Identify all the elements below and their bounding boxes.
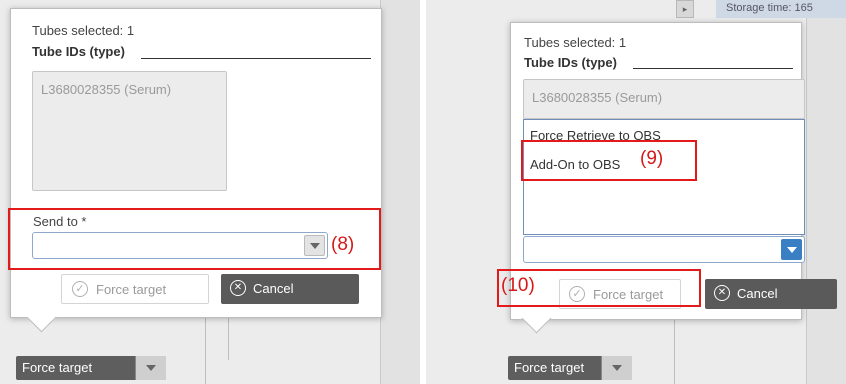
scroll-arrow-button[interactable]: ▸ <box>676 0 694 18</box>
tubes-selected-count: Tubes selected: 1 <box>32 23 135 38</box>
cancel-button-label: Cancel <box>253 281 294 296</box>
tube-ids-list: L3680028355 (Serum) <box>32 71 227 191</box>
check-circle-icon: ✓ <box>72 281 88 297</box>
tube-ids-label: Tube IDs (type) <box>524 55 617 70</box>
callout-label-8: (8) <box>331 234 355 255</box>
chevron-down-icon[interactable] <box>781 239 802 260</box>
force-target-dropdown-label: Force target <box>22 360 93 375</box>
section-rule <box>141 58 371 59</box>
x-circle-icon: ✕ <box>714 285 730 301</box>
callout-label-9: (9) <box>640 148 664 169</box>
callout-box-8 <box>8 208 381 270</box>
tube-id-entry: L3680028355 (Serum) <box>532 90 663 105</box>
chevron-down-icon[interactable] <box>135 356 166 380</box>
force-target-dropdown-button[interactable]: Force target <box>16 356 166 380</box>
right-screenshot: Storage time: 165 ▸ Force target Tubes s… <box>426 0 846 384</box>
background-column <box>380 0 420 384</box>
tubes-selected-count: Tubes selected: 1 <box>524 35 627 50</box>
force-target-button-label: Force target <box>96 282 167 297</box>
tube-ids-label: Tube IDs (type) <box>32 44 125 59</box>
left-screenshot: Force target Tubes selected: 1 Tube IDs … <box>0 0 420 384</box>
callout-box-9 <box>521 140 697 181</box>
send-to-select[interactable] <box>523 236 805 263</box>
force-target-button[interactable]: ✓ Force target <box>61 274 209 304</box>
cancel-button[interactable]: ✕ Cancel <box>221 274 359 304</box>
force-target-dialog: Tubes selected: 1 Tube IDs (type) L36800… <box>10 8 382 333</box>
force-target-dropdown-label: Force target <box>514 360 585 375</box>
section-rule <box>633 68 793 69</box>
callout-label-10: (10) <box>501 275 535 296</box>
tube-id-entry: L3680028355 (Serum) <box>41 82 172 97</box>
force-target-dropdown-button[interactable]: Force target <box>508 356 632 380</box>
chevron-down-icon[interactable] <box>601 356 632 380</box>
storage-time-text: Storage time: 165 <box>726 2 813 14</box>
x-circle-icon: ✕ <box>230 280 246 296</box>
tube-ids-list: L3680028355 (Serum) <box>523 79 805 119</box>
cancel-button[interactable]: ✕ Cancel <box>705 279 837 309</box>
cancel-button-label: Cancel <box>737 286 778 301</box>
background-column <box>806 0 846 384</box>
